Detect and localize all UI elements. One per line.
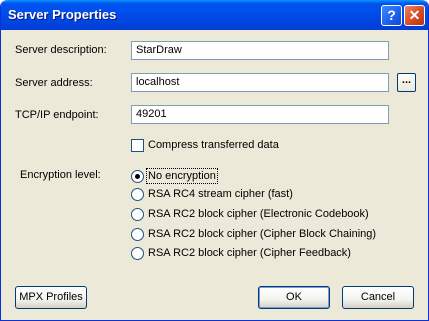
close-icon: ✕: [408, 7, 421, 23]
dialog-title: Server Properties: [8, 7, 117, 22]
encryption-option-2-radio[interactable]: [131, 208, 144, 221]
encryption-option-1-radio[interactable]: [131, 188, 144, 201]
browse-address-button[interactable]: ...: [397, 73, 416, 92]
encryption-option-3-label[interactable]: RSA RC2 block cipher (Cipher Block Chain…: [148, 228, 376, 240]
help-button[interactable]: ?: [381, 5, 402, 26]
encryption-option-3-radio[interactable]: [131, 228, 144, 241]
encryption-option-0-label[interactable]: No encryption: [146, 168, 218, 184]
tcp-ip-endpoint-input[interactable]: 49201: [131, 105, 389, 124]
cancel-button[interactable]: Cancel: [342, 286, 414, 309]
server-description-input[interactable]: StarDraw: [131, 41, 389, 60]
server-address-input[interactable]: localhost: [131, 73, 389, 92]
encryption-option-4-label[interactable]: RSA RC2 block cipher (Cipher Feedback): [148, 247, 351, 259]
tcp-ip-endpoint-label: TCP/IP endpoint:: [15, 109, 99, 121]
compress-checkbox[interactable]: [131, 139, 144, 152]
title-bar[interactable]: Server Properties ? ✕: [1, 0, 428, 30]
encryption-option-4-radio[interactable]: [131, 247, 144, 260]
mpx-profiles-button[interactable]: MPX Profiles: [15, 286, 87, 309]
encryption-option-0-radio[interactable]: [131, 170, 144, 183]
server-description-label: Server description:: [15, 44, 107, 56]
question-mark-icon: ?: [387, 7, 396, 23]
ok-button[interactable]: OK: [258, 286, 330, 309]
server-properties-dialog: Server Properties ? ✕ Server description…: [0, 0, 429, 321]
radio-dot-icon: [135, 174, 140, 179]
server-address-label: Server address:: [15, 77, 93, 89]
encryption-option-1-label[interactable]: RSA RC4 stream cipher (fast): [148, 188, 293, 200]
encryption-option-2-label[interactable]: RSA RC2 block cipher (Electronic Codeboo…: [148, 208, 369, 220]
close-button[interactable]: ✕: [404, 5, 425, 26]
encryption-level-label: Encryption level:: [20, 169, 101, 181]
compress-label[interactable]: Compress transferred data: [148, 139, 279, 151]
